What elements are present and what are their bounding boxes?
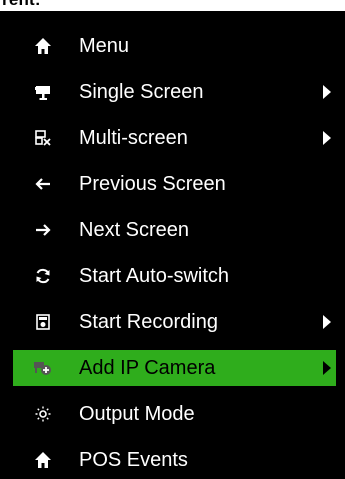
menu-item-add-ip-camera[interactable]: Add IP Camera — [13, 350, 336, 386]
menu-item-label: POS Events — [79, 449, 188, 471]
arrow-left-icon — [32, 173, 54, 195]
home-icon — [32, 449, 54, 471]
camera-add-icon — [32, 357, 54, 379]
menu-item-label: Next Screen — [79, 219, 190, 241]
menu-item-multi-screen[interactable]: Multi-screen — [0, 115, 345, 161]
menu-item-label: Add IP Camera — [79, 357, 216, 379]
sun-icon — [32, 403, 54, 425]
home-icon — [32, 35, 54, 57]
menu-item-label: Menu — [79, 35, 130, 57]
menu-item-label: Multi-screen — [79, 127, 188, 149]
menu-item-label: Previous Screen — [79, 173, 226, 195]
header-strip: rent: — [0, 0, 345, 11]
refresh-icon — [32, 265, 54, 287]
menu-item-start-recording[interactable]: Start Recording — [0, 299, 345, 345]
header-text: rent: — [2, 0, 41, 10]
submenu-arrow-icon — [323, 361, 331, 375]
menu-item-label: Start Auto-switch — [79, 265, 230, 287]
menu-list: Menu Single Screen Multi-screen Previous… — [0, 23, 345, 479]
submenu-arrow-icon — [323, 131, 331, 145]
menu-item-label: Output Mode — [79, 403, 195, 425]
record-icon — [32, 311, 54, 333]
context-menu-screen: rent: Menu — [0, 0, 345, 479]
menu-item-menu[interactable]: Menu — [0, 23, 345, 69]
multi-screen-icon — [32, 127, 54, 149]
monitor-icon — [32, 81, 54, 103]
submenu-arrow-icon — [323, 85, 331, 99]
arrow-right-icon — [32, 219, 54, 241]
menu-item-start-auto-switch[interactable]: Start Auto-switch — [0, 253, 345, 299]
submenu-arrow-icon — [323, 315, 331, 329]
menu-item-next-screen[interactable]: Next Screen — [0, 207, 345, 253]
menu-item-previous-screen[interactable]: Previous Screen — [0, 161, 345, 207]
menu-item-pos-events[interactable]: POS Events — [0, 437, 345, 479]
menu-item-label: Start Recording — [79, 311, 218, 333]
menu-item-label: Single Screen — [79, 81, 204, 103]
context-menu: Menu Single Screen Multi-screen Previous… — [0, 11, 345, 479]
menu-item-single-screen[interactable]: Single Screen — [0, 69, 345, 115]
menu-item-output-mode[interactable]: Output Mode — [0, 391, 345, 437]
